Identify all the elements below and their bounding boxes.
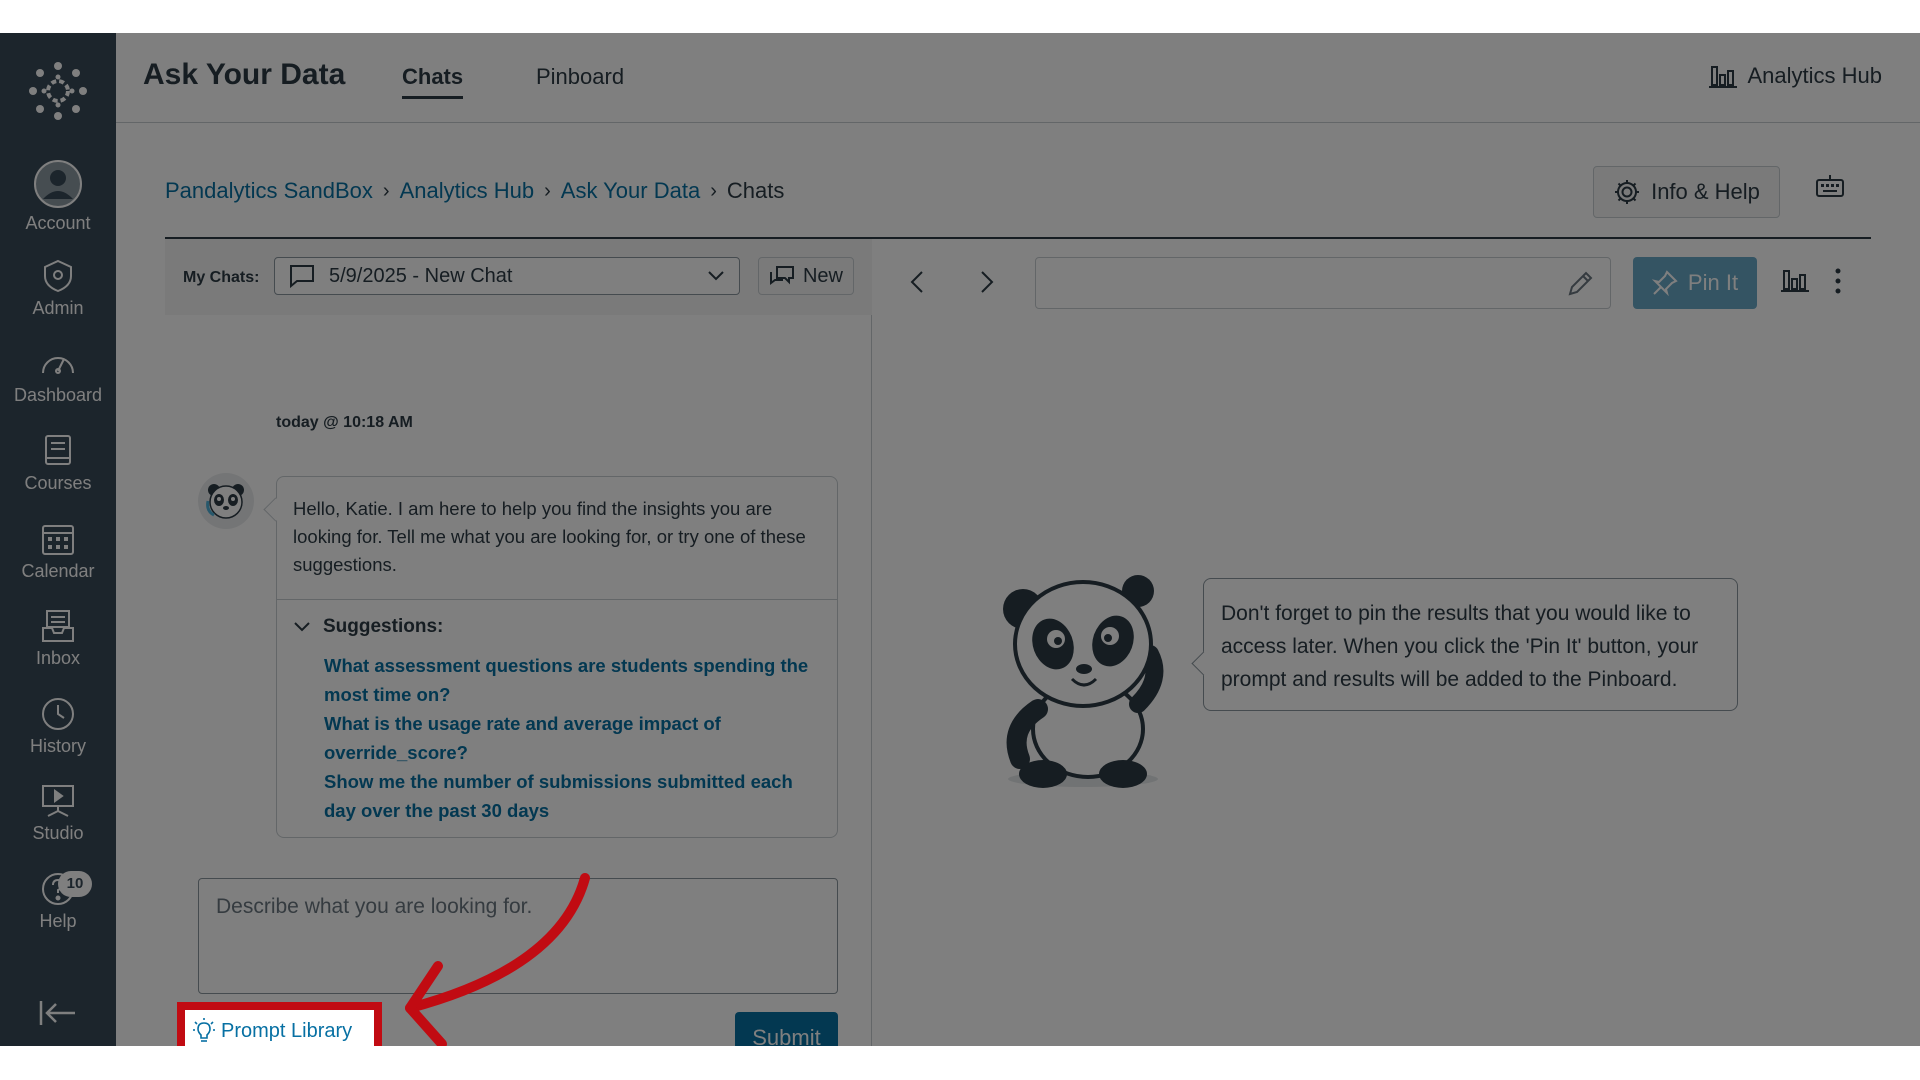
chevron-right-icon: › (544, 179, 551, 202)
chat-toolbar: My Chats: 5/9/2025 - New Chat New (165, 239, 872, 315)
bar-chart-icon[interactable] (1781, 267, 1809, 293)
analytics-hub-label: Analytics Hub (1747, 63, 1882, 88)
annotation-arrow-icon (405, 873, 590, 1046)
nav-label: Admin (32, 298, 84, 318)
pin-it-button[interactable]: Pin It (1633, 257, 1757, 309)
nav-label: Dashboard (13, 385, 103, 405)
info-help-button[interactable]: Info & Help (1593, 166, 1780, 218)
keyboard-shortcuts-icon[interactable] (1815, 173, 1845, 199)
new-chat-icon (769, 266, 794, 285)
suggestion-link[interactable]: What is the usage rate and average impac… (324, 709, 824, 767)
more-options-icon[interactable] (1833, 267, 1843, 295)
suggestions-toggle[interactable]: Suggestions: (293, 616, 443, 638)
tab-pinboard[interactable]: Pinboard (536, 64, 624, 96)
tab-chats[interactable]: Chats (402, 64, 464, 99)
gauge-icon (42, 357, 74, 374)
app-header: Ask Your Data Chats Pinboard Analytics H… (116, 33, 1920, 123)
shield-icon (44, 259, 72, 293)
chevron-down-icon (294, 622, 310, 632)
chevron-right-icon[interactable] (979, 269, 995, 295)
gear-icon (1615, 180, 1640, 204)
pencil-icon (1568, 271, 1593, 296)
app-window: Account Admin Dashboard Courses Calendar… (0, 33, 1920, 1046)
nav-item-admin[interactable]: Admin (0, 258, 116, 338)
nav-item-help[interactable]: 10 Help (0, 871, 116, 951)
inbox-icon (42, 610, 74, 642)
clock-icon (42, 698, 74, 730)
info-help-label: Info & Help (1651, 179, 1760, 204)
pin-it-label: Pin It (1687, 270, 1739, 295)
panda-face-icon (206, 484, 244, 519)
help-badge: 10 (58, 871, 92, 897)
chat-select[interactable]: 5/9/2025 - New Chat (274, 257, 740, 295)
collapse-nav-icon[interactable] (38, 998, 78, 1028)
canvas-logo-icon[interactable] (28, 61, 88, 121)
results-panel: Pin It Don't forget to pin the results t… (873, 239, 1871, 1046)
nav-item-account[interactable]: Account (0, 159, 116, 239)
chat-bubble-icon (290, 265, 314, 288)
nav-label: Account (25, 213, 91, 233)
prompt-library-link[interactable]: Prompt Library (193, 1018, 352, 1044)
my-chats-label: My Chats: (183, 269, 260, 286)
suggestion-link[interactable]: Show me the number of submissions submit… (324, 767, 824, 825)
chevron-left-icon[interactable] (909, 269, 925, 295)
chevron-down-icon (708, 271, 724, 281)
prompt-library-label: Prompt Library (221, 1019, 353, 1042)
nav-label: History (29, 736, 86, 756)
suggestion-link[interactable]: What assessment questions are students s… (324, 651, 824, 709)
nav-label: Courses (24, 473, 92, 493)
nav-item-calendar[interactable]: Calendar (0, 521, 116, 601)
new-chat-label: New (802, 264, 843, 287)
page-title: Ask Your Data (143, 58, 346, 91)
message-timestamp: today @ 10:18 AM (276, 414, 413, 431)
nav-item-studio[interactable]: Studio (0, 783, 116, 863)
nav-item-history[interactable]: History (0, 696, 116, 776)
pin-tip-text: Don't forget to pin the results that you… (1221, 602, 1699, 691)
message-text: Hello, Katie. I am here to help you find… (293, 498, 806, 575)
global-nav: Account Admin Dashboard Courses Calendar… (0, 33, 116, 1046)
nav-label: Help (39, 911, 77, 931)
lightbulb-icon (193, 1018, 215, 1042)
new-chat-button[interactable]: New (758, 257, 854, 295)
assistant-message: Hello, Katie. I am here to help you find… (276, 476, 838, 838)
panda-avatar (198, 473, 254, 529)
prompt-library-highlight: Prompt Library (177, 1002, 382, 1046)
calendar-icon (42, 525, 74, 555)
suggestions-list: What assessment questions are students s… (324, 651, 824, 825)
studio-icon (42, 785, 74, 817)
result-name-input[interactable] (1035, 257, 1611, 309)
chat-select-value: 5/9/2025 - New Chat (329, 264, 513, 287)
pin-tip-bubble: Don't forget to pin the results that you… (1203, 578, 1738, 711)
breadcrumb-current: Chats (726, 178, 785, 203)
nav-label: Calendar (21, 561, 95, 581)
chevron-right-icon: › (710, 179, 717, 202)
user-avatar-icon (34, 160, 82, 208)
nav-item-inbox[interactable]: Inbox (0, 608, 116, 688)
panda-mascot-icon (1003, 575, 1164, 788)
analytics-hub-link[interactable]: Analytics Hub (1709, 63, 1882, 89)
message-divider (277, 599, 837, 600)
bar-chart-icon (1709, 66, 1738, 88)
breadcrumb-link[interactable]: Pandalytics SandBox (165, 178, 373, 204)
book-icon (45, 435, 71, 465)
breadcrumb-link[interactable]: Analytics Hub (400, 178, 535, 204)
breadcrumb-link[interactable]: Ask Your Data (561, 178, 700, 204)
chevron-right-icon: › (382, 179, 390, 202)
nav-label: Studio (32, 823, 84, 843)
nav-item-dashboard[interactable]: Dashboard (0, 345, 116, 425)
submit-button[interactable]: Submit (735, 1012, 838, 1046)
suggestions-label: Suggestions: (323, 616, 444, 637)
breadcrumb: Pandalytics SandBox › Analytics Hub › As… (165, 178, 784, 204)
pin-icon (1651, 270, 1678, 296)
nav-label: Inbox (35, 648, 81, 668)
nav-item-courses[interactable]: Courses (0, 433, 116, 513)
